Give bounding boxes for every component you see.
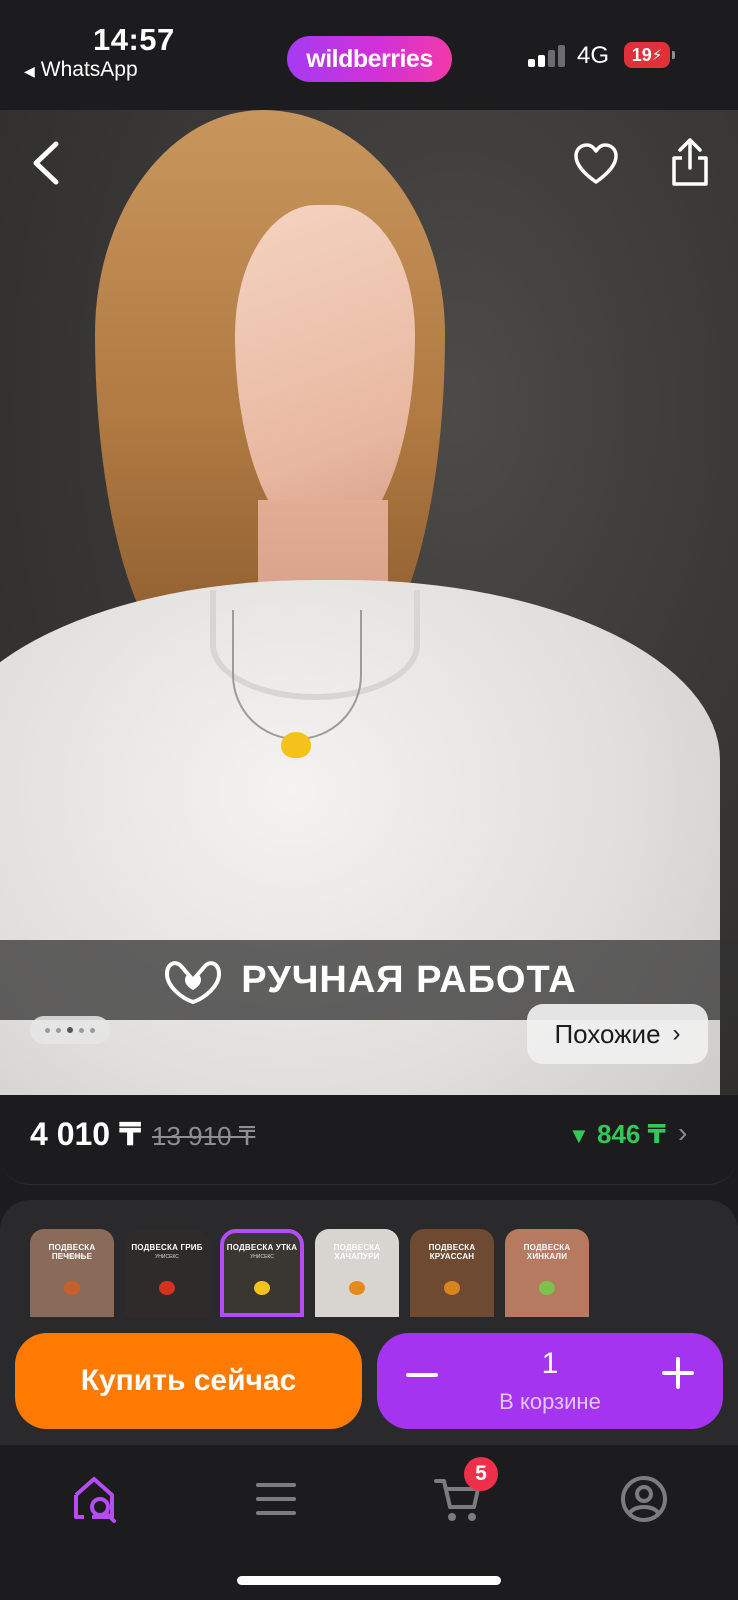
variant-label: ПОДВЕСКА КРУАССАН bbox=[428, 1243, 476, 1261]
variant-thumbnail[interactable]: ПОДВЕСКА КРУАССАН bbox=[410, 1229, 494, 1317]
cashback-amount[interactable]: ▼ 846 ₸ bbox=[568, 1119, 666, 1150]
variant-pendant-image bbox=[64, 1281, 80, 1295]
increase-quantity-button[interactable] bbox=[661, 1353, 695, 1401]
back-to-app-link[interactable]: ◀ WhatsApp bbox=[24, 58, 138, 82]
network-type: 4G bbox=[577, 42, 610, 69]
variant-label: ПОДВЕСКА ГРИБ bbox=[131, 1243, 203, 1252]
favorite-button[interactable] bbox=[572, 140, 620, 188]
carousel-dot bbox=[56, 1027, 61, 1033]
home-search-icon bbox=[74, 1477, 116, 1523]
old-price: 13 910 ₸ bbox=[152, 1121, 256, 1151]
share-button[interactable] bbox=[668, 136, 712, 188]
variant-thumbnail[interactable]: ПОДВЕСКА ХАЧАПУРИ bbox=[315, 1229, 399, 1317]
heart-icon bbox=[574, 143, 618, 184]
battery-icon: 19 ⚡ bbox=[624, 42, 675, 68]
cart-badge: 5 bbox=[464, 1457, 498, 1491]
variant-thumbnail[interactable]: ПОДВЕСКА УТКА УНИСЕКС bbox=[220, 1229, 304, 1317]
variant-pendant-image bbox=[349, 1281, 365, 1295]
product-image-carousel[interactable]: РУЧНАЯ РАБОТА bbox=[0, 110, 738, 1095]
variant-label: ПОДВЕСКА УТКА bbox=[226, 1243, 298, 1252]
buy-now-button[interactable]: Купить сейчас bbox=[15, 1333, 362, 1429]
back-triangle-icon: ◀ bbox=[24, 63, 35, 79]
back-button[interactable] bbox=[28, 138, 64, 195]
carousel-dot bbox=[79, 1027, 84, 1033]
variant-pendant-image bbox=[159, 1281, 175, 1295]
carousel-dot bbox=[90, 1027, 95, 1033]
battery-level: 19 bbox=[631, 44, 652, 65]
duck-pendant-image bbox=[281, 732, 311, 758]
variant-thumbnail[interactable]: ПОДВЕСКА ГРИБ УНИСЕКС bbox=[125, 1229, 209, 1317]
variant-label: ПОДВЕСКА ХИНКАЛИ bbox=[523, 1243, 571, 1261]
chevron-right-icon[interactable]: › bbox=[678, 1117, 687, 1149]
variant-sublabel: УНИСЕКС bbox=[155, 1254, 179, 1260]
signal-icon bbox=[528, 43, 566, 67]
profile-icon bbox=[621, 1476, 667, 1522]
handmade-hands-icon bbox=[165, 961, 222, 1005]
carousel-indicator bbox=[30, 1016, 110, 1044]
variant-sublabel: УНИСЕКС bbox=[250, 1254, 274, 1260]
similar-products-button[interactable]: Похожие › bbox=[527, 1004, 708, 1064]
cashback-value: 846 ₸ bbox=[597, 1119, 666, 1149]
carousel-dot-active bbox=[67, 1027, 73, 1033]
variant-thumbnail[interactable]: ПОДВЕСКА ПЕЧЕНЬЕ УНИСЕКС bbox=[30, 1229, 114, 1317]
brand-logo: wildberries bbox=[287, 36, 452, 82]
cart-stepper: 1 В корзине bbox=[377, 1333, 723, 1429]
tab-catalog[interactable] bbox=[250, 1473, 302, 1525]
plus-icon bbox=[662, 1357, 694, 1389]
carousel-dot bbox=[45, 1027, 50, 1033]
status-bar: 14:57 ◀ WhatsApp wildberries 4G 19 ⚡ bbox=[0, 0, 738, 110]
tab-profile[interactable] bbox=[618, 1473, 670, 1525]
price-card[interactable]: 4 010 ₸ 13 910 ₸ ▼ 846 ₸ › bbox=[0, 1095, 738, 1185]
chevron-left-icon bbox=[33, 141, 59, 185]
handmade-banner-text: РУЧНАЯ РАБОТА bbox=[241, 958, 577, 1001]
back-app-label: WhatsApp bbox=[40, 58, 138, 81]
current-price: 4 010 ₸ bbox=[30, 1116, 142, 1152]
similar-label: Похожие bbox=[554, 1018, 661, 1049]
tab-home-search[interactable] bbox=[70, 1473, 122, 1525]
menu-icon bbox=[256, 1483, 296, 1515]
variant-sublabel: УНИСЕКС bbox=[60, 1254, 84, 1260]
variant-pendant-image bbox=[444, 1281, 460, 1295]
share-icon bbox=[672, 138, 708, 186]
triangle-down-icon: ▼ bbox=[568, 1123, 590, 1148]
status-time: 14:57 bbox=[93, 22, 175, 57]
home-indicator[interactable] bbox=[237, 1576, 501, 1585]
chevron-right-icon: › bbox=[672, 1020, 681, 1047]
variant-list: ПОДВЕСКА ПЕЧЕНЬЕ УНИСЕКС ПОДВЕСКА ГРИБ УНИС… bbox=[30, 1229, 589, 1317]
photo-chain bbox=[232, 610, 362, 740]
variant-thumbnail[interactable]: ПОДВЕСКА ХИНКАЛИ bbox=[505, 1229, 589, 1317]
variant-label: ПОДВЕСКА ХАЧАПУРИ bbox=[333, 1243, 381, 1261]
variant-pendant-image bbox=[254, 1281, 270, 1295]
variant-pendant-image bbox=[539, 1281, 555, 1295]
